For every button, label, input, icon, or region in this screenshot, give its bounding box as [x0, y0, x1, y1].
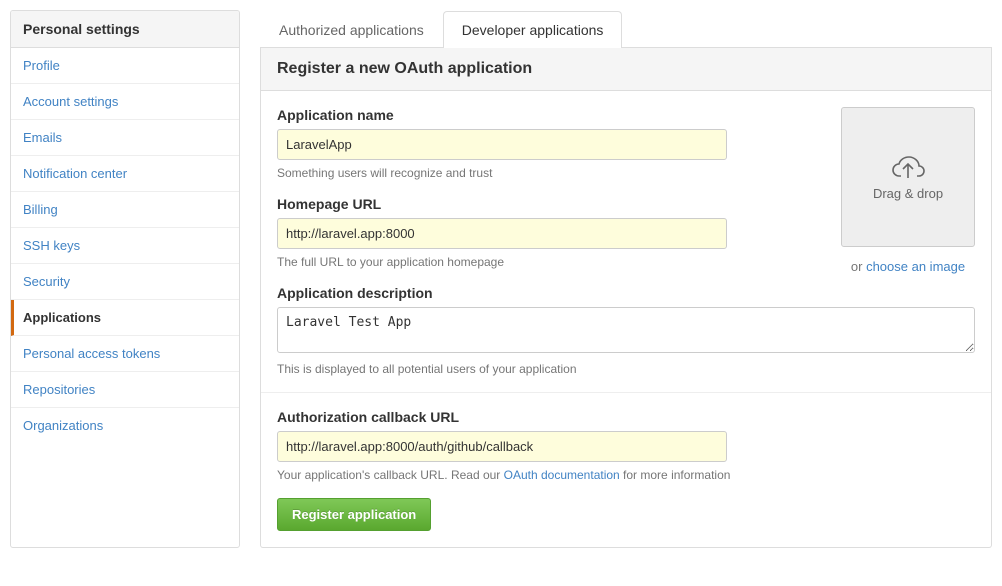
register-application-button[interactable]: Register application [277, 498, 431, 531]
sidebar-item-organizations[interactable]: Organizations [11, 408, 239, 443]
homepage-url-group: Homepage URL The full URL to your applic… [277, 196, 825, 269]
sidebar-item-label: SSH keys [23, 238, 80, 253]
application-description-group: Application description Laravel Test App… [277, 285, 975, 376]
homepage-url-label: Homepage URL [277, 196, 825, 212]
application-name-help: Something users will recognize and trust [277, 166, 825, 180]
sidebar-item-label: Notification center [23, 166, 127, 181]
application-name-label: Application name [277, 107, 825, 123]
application-tabs: Authorized applications Developer applic… [260, 10, 992, 48]
sidebar-item-ssh-keys[interactable]: SSH keys [11, 228, 239, 264]
sidebar-item-emails[interactable]: Emails [11, 120, 239, 156]
application-description-input[interactable]: Laravel Test App [277, 307, 975, 353]
main-content: Authorized applications Developer applic… [260, 10, 992, 548]
sidebar-item-repositories[interactable]: Repositories [11, 372, 239, 408]
sidebar-item-label: Organizations [23, 418, 103, 433]
oauth-documentation-link[interactable]: OAuth documentation [504, 468, 620, 482]
application-name-group: Application name Something users will re… [277, 107, 825, 180]
callback-url-help: Your application's callback URL. Read ou… [277, 468, 975, 482]
sidebar-item-applications[interactable]: Applications [11, 300, 239, 336]
sidebar-item-label: Profile [23, 58, 60, 73]
sidebar-item-label: Personal access tokens [23, 346, 160, 361]
sidebar-item-personal-access-tokens[interactable]: Personal access tokens [11, 336, 239, 372]
sidebar-item-label: Emails [23, 130, 62, 145]
register-oauth-panel: Register a new OAuth application Applica… [260, 48, 992, 548]
sidebar-item-label: Repositories [23, 382, 95, 397]
sidebar-title: Personal settings [11, 11, 239, 48]
application-description-label: Application description [277, 285, 975, 301]
choose-image-text: or choose an image [841, 259, 975, 274]
sidebar-item-label: Applications [23, 310, 101, 325]
tab-authorized-applications[interactable]: Authorized applications [260, 11, 443, 48]
sidebar-item-security[interactable]: Security [11, 264, 239, 300]
panel-title: Register a new OAuth application [261, 48, 991, 91]
image-upload-dropzone[interactable]: Drag & drop [841, 107, 975, 247]
cloud-upload-icon [891, 154, 925, 180]
sidebar-item-profile[interactable]: Profile [11, 48, 239, 84]
callback-url-label: Authorization callback URL [277, 409, 975, 425]
application-name-input[interactable] [277, 129, 727, 160]
callback-url-group: Authorization callback URL Your applicat… [277, 409, 975, 482]
sidebar-item-label: Billing [23, 202, 58, 217]
homepage-url-input[interactable] [277, 218, 727, 249]
application-description-help: This is displayed to all potential users… [277, 362, 975, 376]
choose-image-link[interactable]: choose an image [866, 259, 965, 274]
sidebar-item-label: Security [23, 274, 70, 289]
personal-settings-sidebar: Personal settings Profile Account settin… [10, 10, 240, 548]
sidebar-item-account-settings[interactable]: Account settings [11, 84, 239, 120]
sidebar-item-billing[interactable]: Billing [11, 192, 239, 228]
drag-drop-label: Drag & drop [873, 186, 943, 201]
sidebar-item-notification-center[interactable]: Notification center [11, 156, 239, 192]
tab-developer-applications[interactable]: Developer applications [443, 11, 623, 48]
callback-url-input[interactable] [277, 431, 727, 462]
sidebar-item-label: Account settings [23, 94, 118, 109]
form-divider [261, 392, 991, 393]
homepage-url-help: The full URL to your application homepag… [277, 255, 825, 269]
